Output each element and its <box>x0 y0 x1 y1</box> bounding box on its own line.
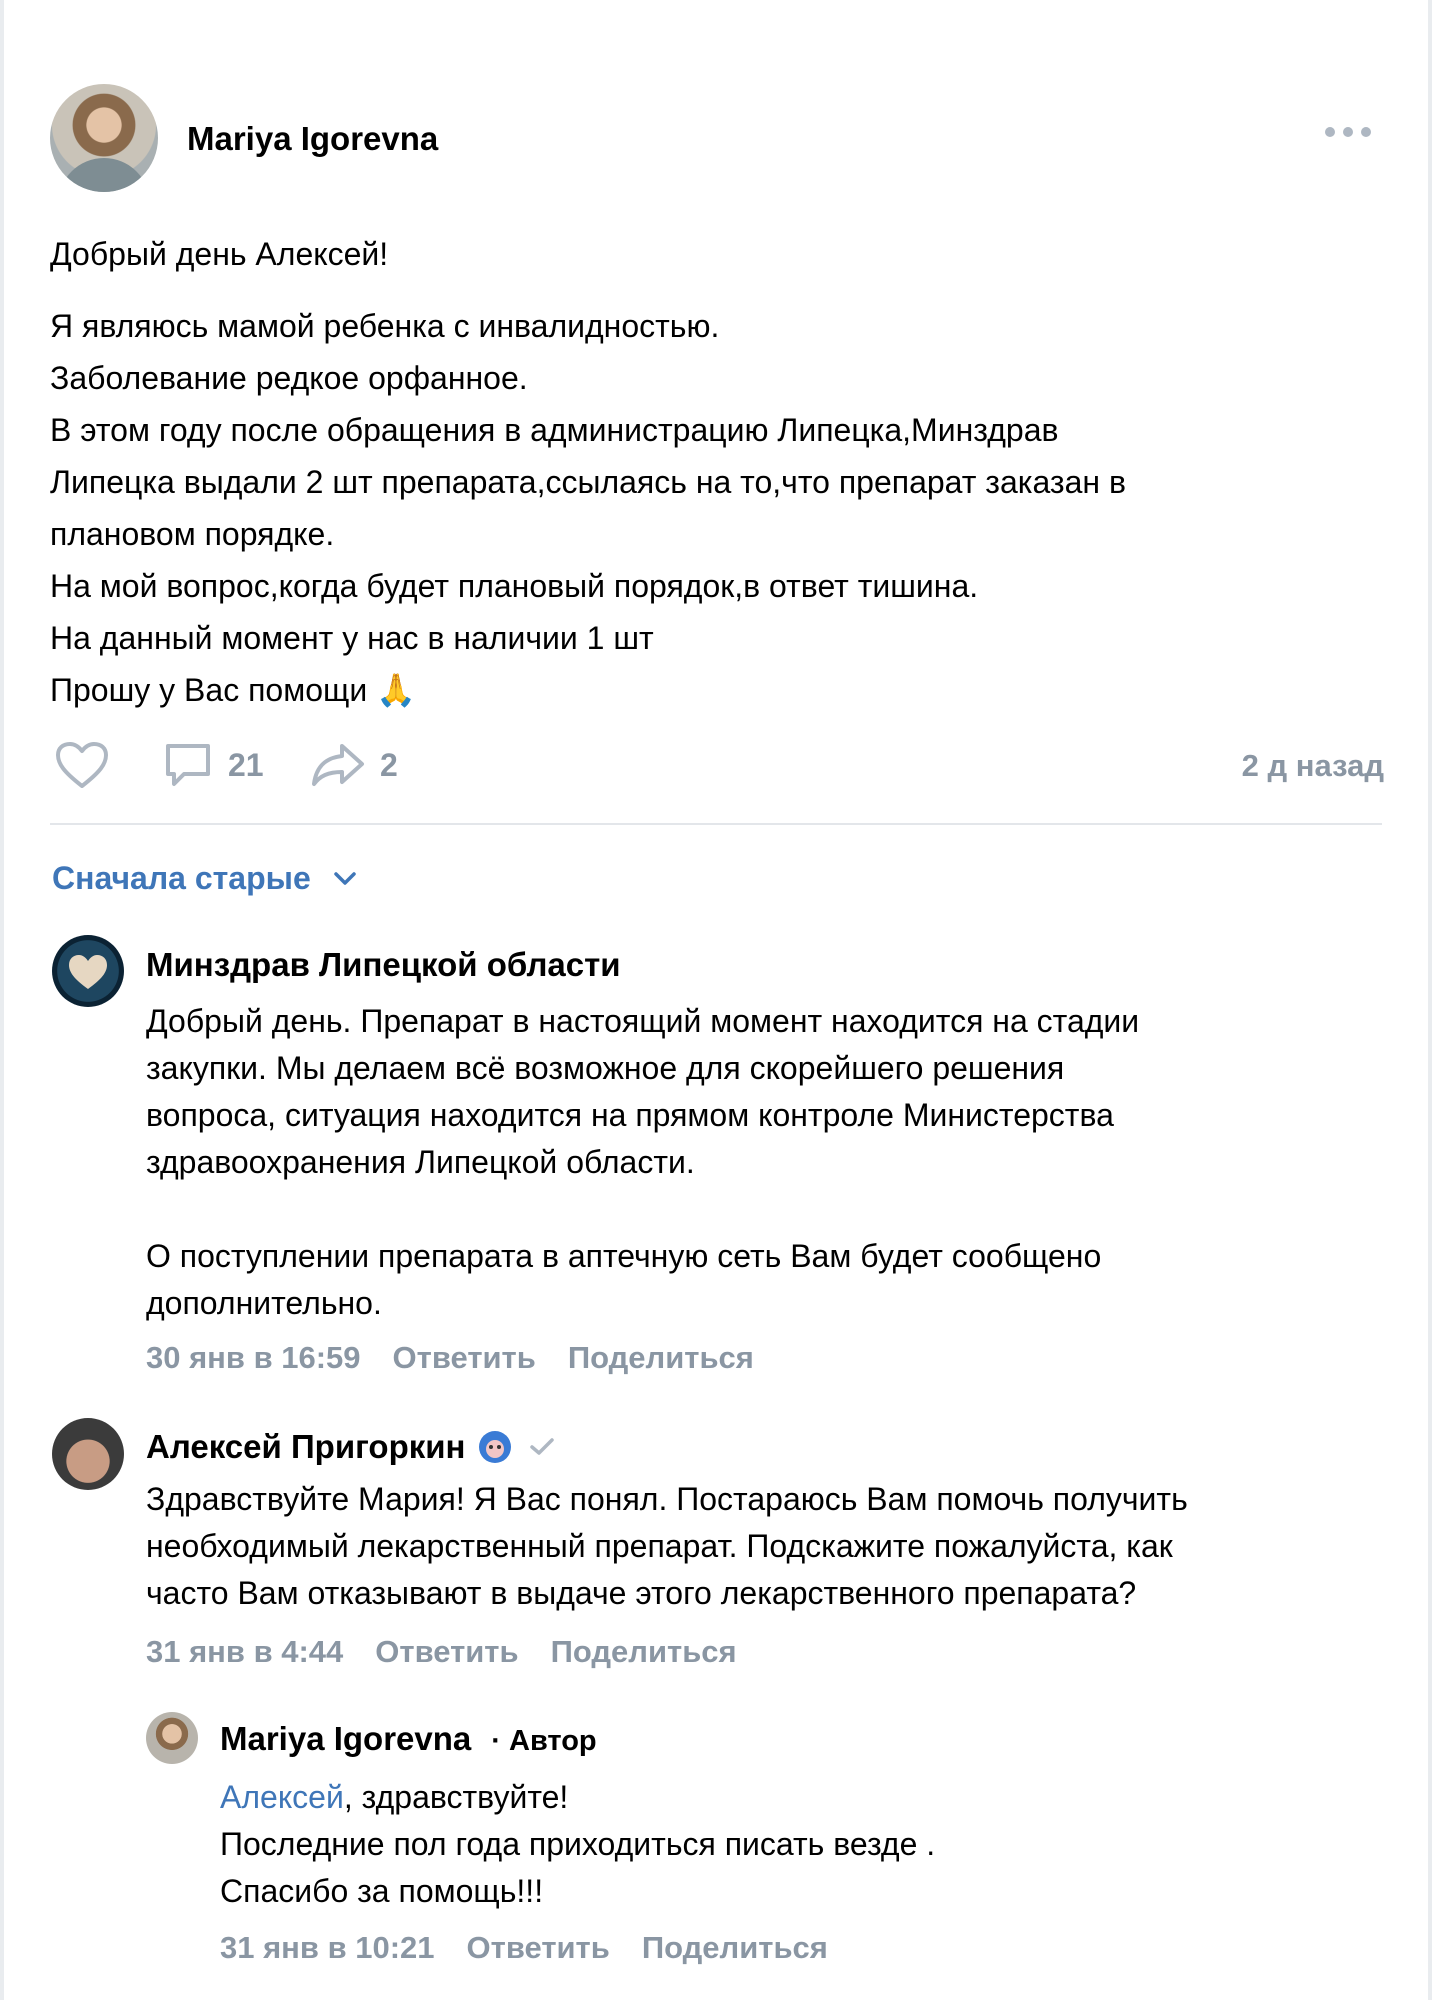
comment-date[interactable]: 30 янв в 16:59 <box>146 1340 361 1376</box>
comment-avatar[interactable] <box>52 1418 124 1490</box>
comment-line: вопроса, ситуация находится на прямом ко… <box>146 1097 1114 1133</box>
comment-text: Добрый день. Препарат в настоящий момент… <box>146 998 1376 1327</box>
comment-line: дополнительно. <box>146 1285 382 1321</box>
reply-line-rest: , здравствуйте! <box>343 1779 569 1815</box>
like-button[interactable] <box>54 740 110 790</box>
comments-count: 21 <box>228 746 264 783</box>
comment-line: необходимый лекарственный препарат. Подс… <box>146 1528 1173 1564</box>
comment-line: Добрый день. Препарат в настоящий момент… <box>146 1003 1140 1039</box>
comment-date[interactable]: 31 янв в 4:44 <box>146 1634 343 1670</box>
chevron-down-icon <box>334 871 356 885</box>
comment-line: закупки. Мы делаем всё возможное для ско… <box>146 1050 1065 1086</box>
heart-icon <box>56 742 108 788</box>
post-greeting: Добрый день Алексей! <box>50 236 389 272</box>
reply-button[interactable]: Ответить <box>393 1340 536 1376</box>
reply-button[interactable]: Ответить <box>375 1634 518 1670</box>
reply-author[interactable]: Mariya Igorevna <box>220 1720 471 1758</box>
post-line: В этом году после обращения в администра… <box>50 412 1059 448</box>
shares-count: 2 <box>380 746 398 783</box>
comment-author[interactable]: Алексей Пригоркин <box>146 1428 465 1466</box>
share-arrow-icon <box>312 744 364 786</box>
post-text: Добрый день Алексей! Я являюсь мамой реб… <box>50 228 1380 716</box>
author-tag: · Автор <box>491 1725 597 1757</box>
post-line: На данный момент у нас в наличии 1 шт <box>50 620 654 656</box>
window-frame-right <box>1428 0 1432 2000</box>
more-options-icon[interactable] <box>1325 127 1371 139</box>
avatar-shoulders <box>58 158 150 192</box>
mention-link[interactable]: Алексей <box>220 1779 344 1815</box>
reply-button[interactable]: Ответить <box>467 1930 610 1966</box>
share-button[interactable]: 2 <box>310 740 398 790</box>
comment-text: Здравствуйте Мария! Я Вас понял. Постара… <box>146 1476 1386 1617</box>
comment-line: здравоохранения Липецкой области. <box>146 1144 695 1180</box>
post-line: На мой вопрос,когда будет плановый поряд… <box>50 568 979 604</box>
reply-line: Алексей, здравствуйте! <box>220 1774 1380 1821</box>
share-comment-button[interactable]: Поделиться <box>551 1634 737 1670</box>
heart-logo-icon <box>69 955 107 989</box>
comment-line: часто Вам отказывают в выдаче этого лека… <box>146 1575 1137 1611</box>
comment-avatar[interactable] <box>52 935 124 1007</box>
comments-button[interactable]: 21 <box>162 740 264 790</box>
comment-line: О поступлении препарата в аптечную сеть … <box>146 1238 1102 1274</box>
post-line: плановом порядке. <box>50 516 335 552</box>
reply-line: Последние пол года приходиться писать ве… <box>220 1826 936 1862</box>
paragraph-spacer <box>146 1186 1376 1233</box>
post-line: Заболевание редкое орфанное. <box>50 360 528 396</box>
reply-meta: 31 янв в 10:21 Ответить Поделиться <box>220 1930 860 1966</box>
window-frame-left <box>0 0 4 2000</box>
verified-check-icon <box>530 1438 555 1455</box>
reply-author-row: Mariya Igorevna · Автор <box>220 1720 597 1758</box>
comment-author[interactable]: Минздрав Липецкой области <box>146 946 621 984</box>
comment-icon <box>166 744 210 786</box>
comment-date[interactable]: 31 янв в 10:21 <box>220 1930 435 1966</box>
comment-meta: 30 янв в 16:59 Ответить Поделиться <box>146 1340 786 1376</box>
post-author-name[interactable]: Mariya Igorevna <box>187 120 438 158</box>
post-line: Прошу у Вас помощи 🙏 <box>50 672 416 708</box>
comment-line: Здравствуйте Мария! Я Вас понял. Постара… <box>146 1481 1188 1517</box>
share-comment-button[interactable]: Поделиться <box>642 1930 828 1966</box>
share-comment-button[interactable]: Поделиться <box>568 1340 754 1376</box>
post-line: Я являюсь мамой ребенка с инвалидностью. <box>50 308 720 344</box>
sort-label: Сначала старые <box>52 860 311 896</box>
post-author-avatar[interactable] <box>50 84 158 192</box>
post-actions-bar: 21 2 2 д назад <box>54 740 1384 790</box>
divider <box>50 823 1382 825</box>
comment-meta: 31 янв в 4:44 Ответить Поделиться <box>146 1634 769 1670</box>
reply-line: Спасибо за помощь!!! <box>220 1873 544 1909</box>
comments-sort-dropdown[interactable]: Сначала старые <box>52 860 357 897</box>
comment-author-row: Алексей Пригоркин <box>146 1428 555 1466</box>
reply-avatar[interactable] <box>146 1712 198 1764</box>
emoji-status-icon <box>479 1431 512 1463</box>
reply-text: Алексей, здравствуйте! Последние пол год… <box>220 1774 1380 1915</box>
post-line: Липецка выдали 2 шт препарата,ссылаясь н… <box>50 464 1126 500</box>
post-time[interactable]: 2 д назад <box>1242 748 1384 784</box>
